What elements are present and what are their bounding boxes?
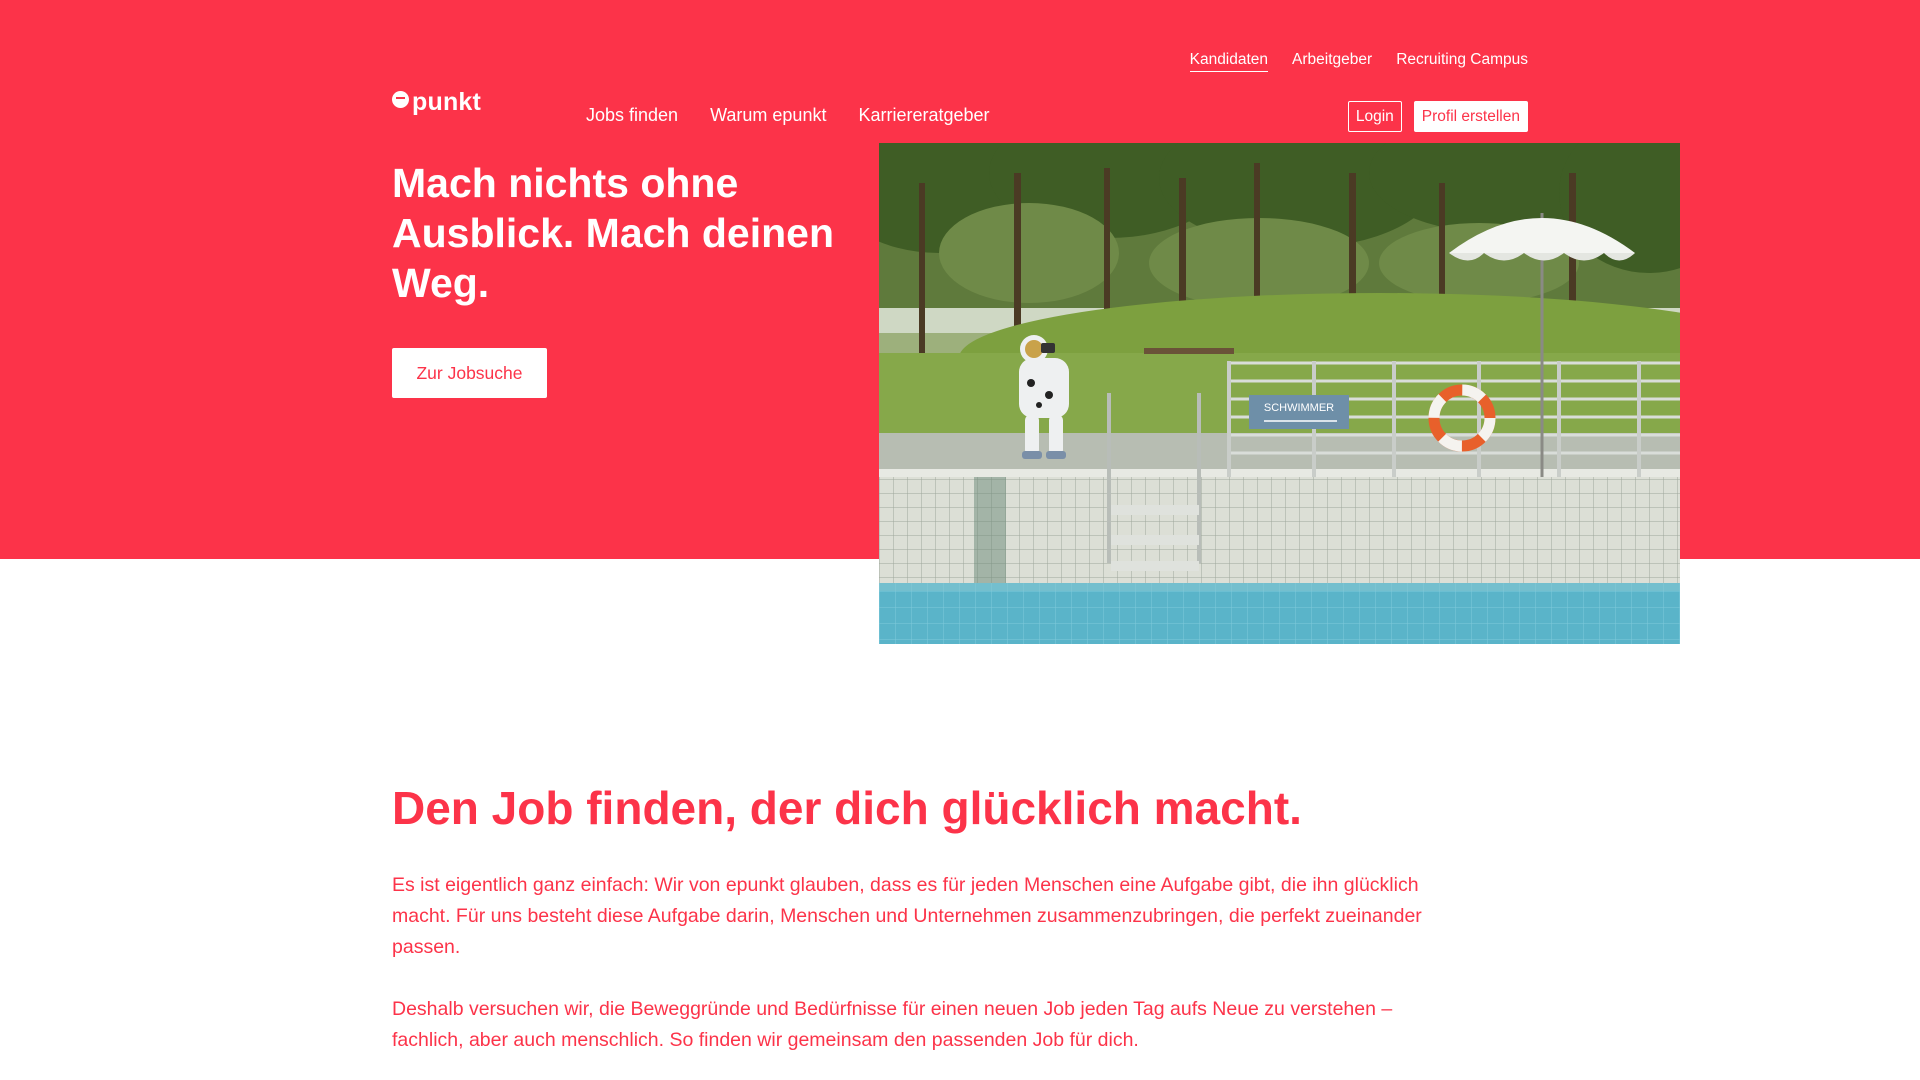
hero-image: SCHWIMMER	[879, 143, 1680, 644]
login-button[interactable]: Login	[1347, 101, 1402, 132]
audience-tab-kandidaten[interactable]: Kandidaten	[1189, 49, 1269, 72]
hero-title: Mach nichts ohne Ausblick. Mach deinen W…	[392, 160, 834, 306]
audience-nav: Kandidaten Arbeitgeber Recruiting Campus	[1189, 49, 1528, 72]
intro-paragraph-1: Es ist eigentlich ganz einfach: Wir von …	[392, 874, 1422, 958]
logo[interactable]: punkt	[392, 88, 481, 117]
auth-actions: Login Profil erstellen	[1347, 101, 1528, 132]
nav-item-karriereratgeber[interactable]: Karriereratgeber	[858, 105, 989, 126]
nav-item-jobs-finden[interactable]: Jobs finden	[586, 105, 678, 126]
intro-title: Den Job finden, der dich glücklich macht…	[392, 782, 1302, 834]
audience-tab-recruiting-campus[interactable]: Recruiting Campus	[1396, 49, 1528, 72]
intro-paragraph-2: Deshalb versuchen wir, die Beweggründe u…	[392, 998, 1393, 1051]
svg-text:SCHWIMMER: SCHWIMMER	[1264, 402, 1334, 414]
audience-tab-arbeitgeber[interactable]: Arbeitgeber	[1292, 49, 1372, 72]
create-profile-button[interactable]: Profil erstellen	[1413, 101, 1528, 132]
job-search-button[interactable]: Zur Jobsuche	[392, 348, 547, 398]
logo-e-icon	[392, 91, 409, 108]
logo-text: punkt	[412, 88, 482, 116]
main-nav: Jobs finden Warum epunkt Karriereratgebe…	[586, 105, 990, 126]
astronaut-pool-illustration: SCHWIMMER	[879, 143, 1680, 644]
nav-item-warum-epunkt[interactable]: Warum epunkt	[710, 105, 826, 126]
